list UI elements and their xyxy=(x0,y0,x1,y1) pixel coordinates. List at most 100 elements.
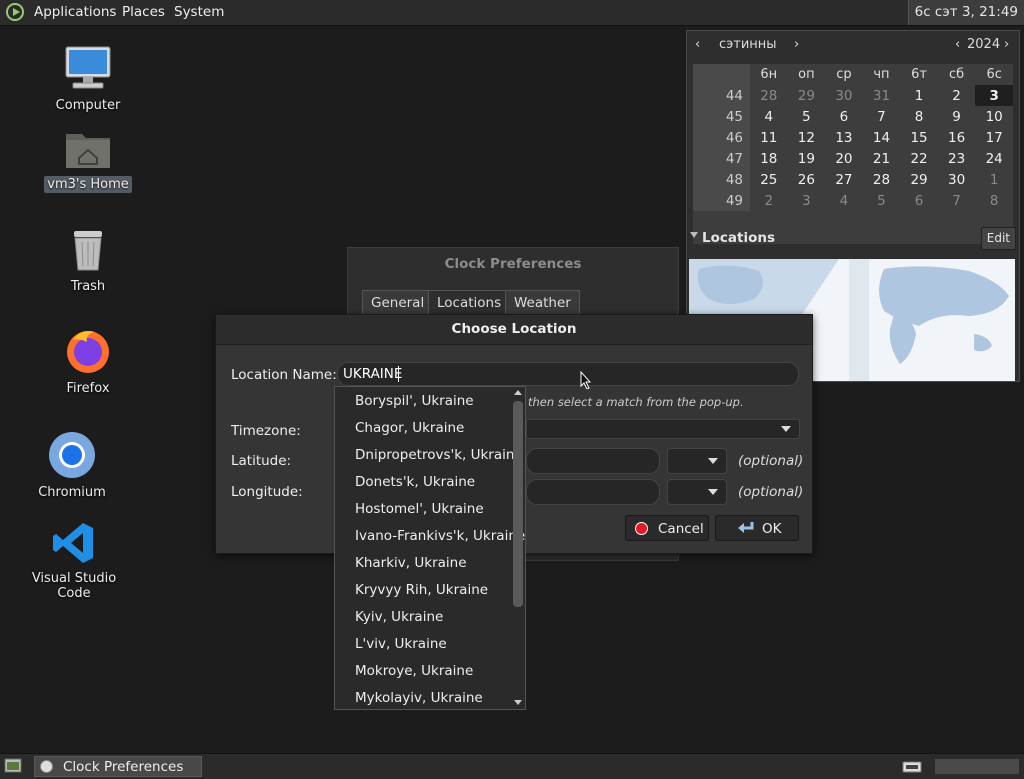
calendar-day[interactable]: 6 xyxy=(825,106,863,127)
completion-item[interactable]: Kyiv, Ukraine xyxy=(355,609,443,625)
calendar-day[interactable]: 21 xyxy=(863,148,901,169)
calendar-day[interactable]: 23 xyxy=(938,148,976,169)
calendar-day[interactable]: 4 xyxy=(825,190,863,211)
completion-item[interactable]: Mykolayiv, Ukraine xyxy=(355,690,483,706)
popup-scrollbar[interactable] xyxy=(513,401,523,607)
calendar-day[interactable]: 27 xyxy=(825,169,863,190)
calendar-day[interactable]: 12 xyxy=(788,127,826,148)
prev-year-icon[interactable]: ‹ xyxy=(955,37,960,52)
tab-general[interactable]: General xyxy=(362,290,434,315)
calendar-day[interactable]: 30 xyxy=(825,85,863,106)
calendar-day[interactable]: 3 xyxy=(788,190,826,211)
calendar-day[interactable]: 5 xyxy=(788,106,826,127)
vscode-icon xyxy=(53,523,93,563)
expander-arrow-icon[interactable] xyxy=(690,232,698,238)
calendar-day[interactable]: 24 xyxy=(975,148,1013,169)
calendar-day[interactable]: 10 xyxy=(975,106,1013,127)
system-menu[interactable]: System xyxy=(174,0,224,25)
completion-item[interactable]: Chagor, Ukraine xyxy=(355,420,464,436)
prev-month-icon[interactable]: ‹ xyxy=(695,37,700,52)
calendar-day[interactable]: 16 xyxy=(938,127,976,148)
calendar-day[interactable]: 7 xyxy=(863,106,901,127)
taskbar-item-clock-preferences[interactable]: Clock Preferences xyxy=(34,756,202,777)
show-desktop-icon[interactable] xyxy=(4,758,22,774)
completion-item[interactable]: Kryvyy Rih, Ukraine xyxy=(355,582,488,598)
calendar-day[interactable]: 19 xyxy=(788,148,826,169)
places-menu[interactable]: Places xyxy=(122,0,165,25)
applications-icon[interactable] xyxy=(6,3,24,21)
calendar-day[interactable]: 11 xyxy=(750,127,788,148)
timezone-combo[interactable] xyxy=(526,419,800,439)
scroll-down-icon[interactable] xyxy=(514,700,522,705)
cancel-icon xyxy=(635,522,648,535)
clock-icon xyxy=(40,760,53,773)
completion-item[interactable]: Hostomel', Ukraine xyxy=(355,501,484,517)
calendar-day[interactable]: 7 xyxy=(938,190,976,211)
calendar-day[interactable]: 2 xyxy=(938,85,976,106)
calendar-day[interactable]: 22 xyxy=(900,148,938,169)
mouse-pointer-icon xyxy=(580,371,592,389)
locations-label: Locations xyxy=(702,230,775,246)
calendar-day[interactable]: 28 xyxy=(863,169,901,190)
completion-item[interactable]: Ivano-Frankivs'k, Ukraine xyxy=(355,528,525,544)
longitude-input[interactable] xyxy=(526,479,660,505)
calendar-day[interactable]: 4 xyxy=(750,106,788,127)
calendar-day[interactable]: 1 xyxy=(975,169,1013,190)
tab-locations[interactable]: Locations xyxy=(428,290,511,315)
dialog-title: Choose Location xyxy=(216,315,812,345)
keyboard-indicator-icon[interactable] xyxy=(902,760,922,774)
clock-applet[interactable]: 6с сэт 3, 21:49 xyxy=(907,0,1024,25)
longitude-direction-combo[interactable] xyxy=(667,479,727,505)
completion-item[interactable]: Boryspil', Ukraine xyxy=(355,393,474,409)
weekday-header: 6н xyxy=(760,67,778,82)
calendar-day[interactable]: 5 xyxy=(863,190,901,211)
calendar-day[interactable]: 31 xyxy=(863,85,901,106)
completion-item[interactable]: Kharkiv, Ukraine xyxy=(355,555,467,571)
calendar-day[interactable]: 26 xyxy=(788,169,826,190)
latitude-input[interactable] xyxy=(526,448,660,474)
cancel-button[interactable]: Cancel xyxy=(625,515,709,541)
calendar-day[interactable]: 18 xyxy=(750,148,788,169)
desktop-icon-home[interactable]: vm3's Home xyxy=(33,128,143,193)
timezone-label: Timezone: xyxy=(231,423,301,439)
calendar-day[interactable]: 30 xyxy=(938,169,976,190)
desktop-icon-firefox[interactable]: Firefox xyxy=(33,326,143,397)
next-year-icon[interactable]: › xyxy=(1004,37,1009,52)
calendar-day[interactable]: 17 xyxy=(975,127,1013,148)
latitude-direction-combo[interactable] xyxy=(667,448,727,474)
calendar-day[interactable]: 13 xyxy=(825,127,863,148)
calendar-day[interactable]: 28 xyxy=(750,85,788,106)
calendar-day[interactable]: 20 xyxy=(825,148,863,169)
calendar-day[interactable]: 15 xyxy=(900,127,938,148)
calendar-day[interactable]: 25 xyxy=(750,169,788,190)
calendar-day[interactable]: 14 xyxy=(863,127,901,148)
applications-menu[interactable]: Applications xyxy=(34,0,116,25)
completion-item[interactable]: L'viv, Ukraine xyxy=(355,636,447,652)
tab-weather[interactable]: Weather xyxy=(505,290,580,315)
ok-button[interactable]: OK xyxy=(715,515,799,541)
desktop-icon-chromium[interactable]: Chromium xyxy=(17,430,127,501)
weekday-header: чп xyxy=(873,67,890,82)
calendar-day[interactable]: 8 xyxy=(975,190,1013,211)
desktop-icon-computer[interactable]: Computer xyxy=(33,45,143,114)
calendar-day[interactable]: 9 xyxy=(938,106,976,127)
location-name-value: UKRAINE xyxy=(343,366,403,382)
workspace-switcher[interactable] xyxy=(935,759,1019,774)
scroll-up-icon[interactable] xyxy=(514,390,522,395)
location-name-input[interactable]: UKRAINE xyxy=(337,362,799,386)
calendar-day[interactable]: 1 xyxy=(900,85,938,106)
calendar-day[interactable]: 29 xyxy=(900,169,938,190)
week-number: 48 xyxy=(693,169,750,190)
desktop-icon-trash[interactable]: Trash xyxy=(33,228,143,295)
calendar-day[interactable]: 29 xyxy=(788,85,826,106)
desktop-icon-vscode[interactable]: Visual Studio Code xyxy=(19,520,129,602)
completion-item[interactable]: Dnipropetrovs'k, Ukraine xyxy=(355,447,523,463)
completion-item[interactable]: Donets'k, Ukraine xyxy=(355,474,475,490)
completion-item[interactable]: Mokroye, Ukraine xyxy=(355,663,473,679)
calendar-day-today[interactable]: 3 xyxy=(975,85,1013,106)
calendar-day[interactable]: 2 xyxy=(750,190,788,211)
next-month-icon[interactable]: › xyxy=(794,37,799,52)
calendar-day[interactable]: 6 xyxy=(900,190,938,211)
calendar-day[interactable]: 8 xyxy=(900,106,938,127)
edit-locations-button[interactable]: Edit xyxy=(980,227,1016,250)
